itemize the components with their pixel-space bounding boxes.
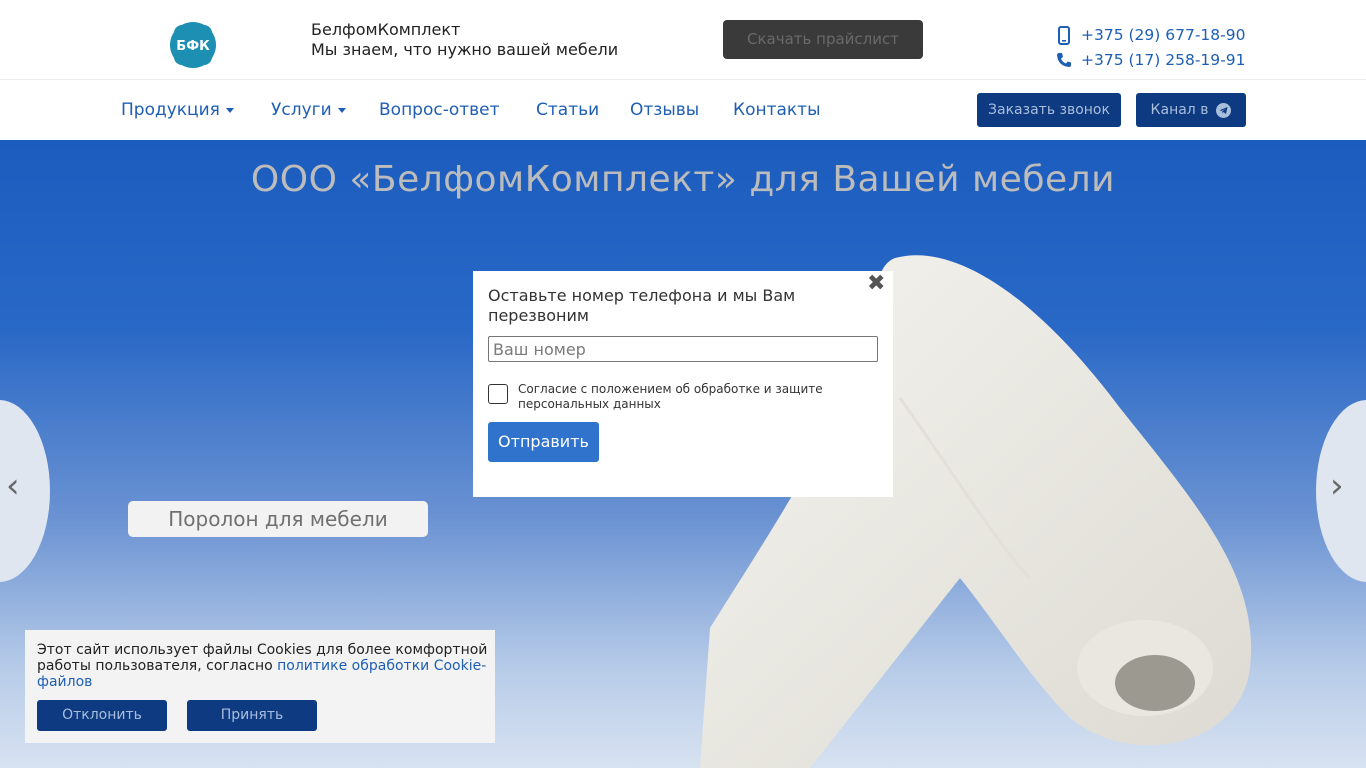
cookie-banner: Этот сайт использует файлы Cookies для б… <box>25 630 495 743</box>
phone-number[interactable]: +375 (29) 677-18-90 <box>1081 26 1245 44</box>
nav-item-label: Продукция <box>121 100 220 120</box>
brand-name: БелфомКомплект <box>311 20 461 39</box>
cookie-message: Этот сайт использует файлы Cookies для б… <box>37 642 492 690</box>
nav-item-contacts[interactable]: Контакты <box>733 99 821 121</box>
phone-landline[interactable]: +375 (17) 258-19-91 <box>1055 49 1245 71</box>
mobile-phone-icon <box>1055 25 1072 45</box>
nav-item-products[interactable]: Продукция <box>121 99 234 121</box>
nav-item-reviews[interactable]: Отзывы <box>630 99 699 121</box>
slider-next-button[interactable]: › <box>1316 400 1366 582</box>
nav-item-label: Услуги <box>271 100 332 120</box>
phone-number-input[interactable] <box>488 336 878 362</box>
phone-handset-icon <box>1055 50 1072 70</box>
nav-item-articles[interactable]: Статьи <box>536 99 599 121</box>
logo-text: БФК <box>176 39 210 54</box>
chevron-down-icon <box>337 107 346 113</box>
brand-tagline: Мы знаем, что нужно вашей мебели <box>311 40 619 59</box>
slide-foam-button[interactable]: Поролон для мебели <box>128 501 428 537</box>
order-call-button[interactable]: Заказать звонок <box>977 93 1121 127</box>
chevron-left-icon: ‹ <box>6 466 20 506</box>
submit-button[interactable]: Отправить <box>488 422 599 462</box>
telegram-icon <box>1216 102 1232 118</box>
accept-cookies-button[interactable]: Принять <box>187 700 317 731</box>
main-nav: Продукция Услуги Вопрос-ответ Статьи Отз… <box>0 81 1366 140</box>
consent-label: Согласие с положением об обработке и защ… <box>518 382 823 411</box>
decline-cookies-button[interactable]: Отклонить <box>37 700 167 731</box>
close-icon[interactable]: ✖ <box>867 273 885 295</box>
phone-number[interactable]: +375 (17) 258-19-91 <box>1081 51 1245 69</box>
channel-label: Канал в <box>1150 102 1209 118</box>
download-pricelist-button[interactable]: Скачать прайслист <box>723 20 923 59</box>
callback-modal: ✖ Оставьте номер телефона и мы Вам перез… <box>473 271 893 497</box>
logo-icon[interactable]: БФК <box>168 19 218 71</box>
chevron-right-icon: › <box>1330 466 1344 506</box>
telegram-channel-button[interactable]: Канал в <box>1136 93 1246 127</box>
modal-title: Оставьте номер телефона и мы Вам перезво… <box>488 286 796 325</box>
hero-title: ООО «БелфомКомплект» для Вашей мебели <box>250 159 1116 200</box>
nav-item-services[interactable]: Услуги <box>271 99 346 121</box>
top-header: БФК БелфомКомплект Мы знаем, что нужно в… <box>0 0 1366 80</box>
phone-mobile[interactable]: +375 (29) 677-18-90 <box>1055 24 1245 46</box>
nav-item-faq[interactable]: Вопрос-ответ <box>379 99 500 121</box>
consent-checkbox[interactable] <box>488 384 508 404</box>
slider-prev-button[interactable]: ‹ <box>0 400 50 582</box>
chevron-down-icon <box>225 107 234 113</box>
